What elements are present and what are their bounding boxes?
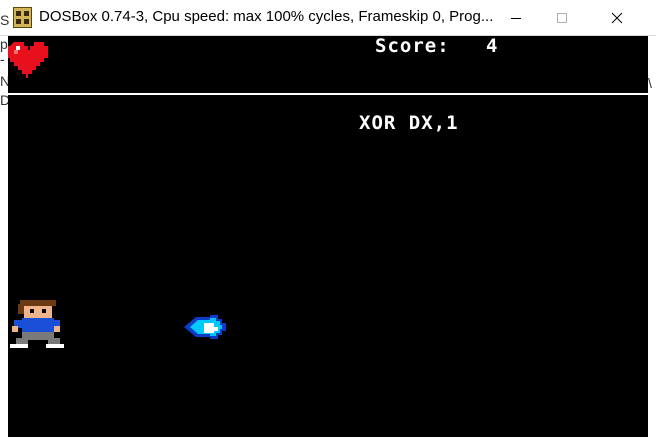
minimize-icon xyxy=(511,18,521,19)
game-screen[interactable]: Score: 4 XOR DX,1 xyxy=(8,35,648,437)
background-window-strip-left: S p - N D xyxy=(0,13,10,443)
close-button[interactable] xyxy=(594,0,640,36)
hud-divider xyxy=(8,93,648,95)
dosbox-icon[interactable] xyxy=(13,7,32,28)
instruction-text: XOR DX,1 xyxy=(359,112,459,134)
close-icon xyxy=(611,12,623,24)
minimize-button[interactable] xyxy=(493,0,539,36)
fireball-sprite xyxy=(184,315,226,339)
window-title: DOSBox 0.74-3, Cpu speed: max 100% cycle… xyxy=(39,8,494,25)
maximize-icon xyxy=(557,13,567,23)
title-bar[interactable]: DOSBox 0.74-3, Cpu speed: max 100% cycle… xyxy=(0,0,656,36)
strip-char: - xyxy=(0,51,5,67)
strip-char: S xyxy=(0,12,10,28)
dosbox-window: DOSBox 0.74-3, Cpu speed: max 100% cycle… xyxy=(0,0,656,443)
window-bottom-border xyxy=(0,437,656,443)
player-sprite xyxy=(10,300,64,348)
maximize-button[interactable] xyxy=(539,0,585,36)
strip-char: p xyxy=(0,36,8,52)
heart-icon xyxy=(8,42,48,78)
score-label: Score: xyxy=(375,35,450,57)
score-value: 4 xyxy=(486,35,499,57)
background-window-strip-right: \ xyxy=(648,36,656,443)
strip-char: \ xyxy=(648,75,652,91)
